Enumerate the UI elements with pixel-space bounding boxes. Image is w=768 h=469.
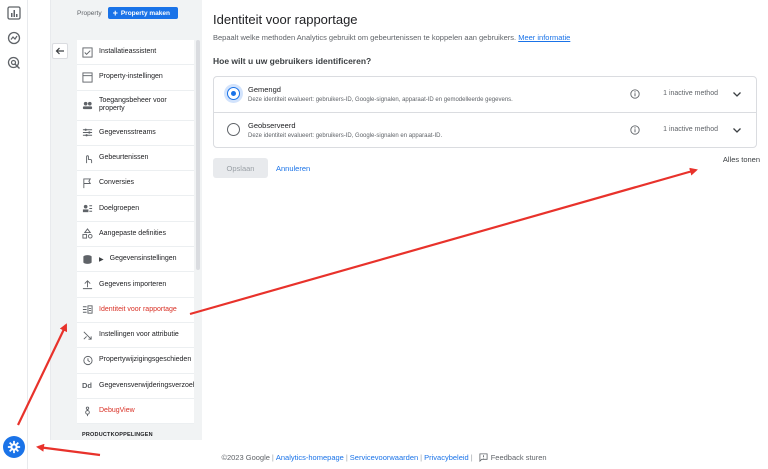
footer-link-privacy[interactable]: Privacybeleid — [424, 453, 469, 462]
option-meta: 1 inactive method — [663, 126, 718, 133]
chevron-down-icon[interactable] — [732, 125, 742, 135]
menu-item-label: Identiteit voor rapportage — [99, 305, 177, 313]
menu-item-property-settings[interactable]: Property-instellingen — [77, 65, 194, 91]
menu-item-access-management[interactable]: Toegangsbeheer voor property — [77, 91, 194, 121]
audience-icon — [82, 204, 93, 213]
advertising-icon[interactable] — [6, 55, 22, 71]
menu-item-data-settings[interactable]: ▶ Gegevensinstellingen — [77, 247, 194, 273]
nav-rail — [0, 0, 28, 469]
separator: | — [470, 453, 473, 462]
menu-item-data-streams[interactable]: Gegevensstreams — [77, 121, 194, 146]
separator: | — [271, 453, 274, 462]
menu-item-label: Toegangsbeheer voor property — [99, 97, 167, 113]
more-info-link[interactable]: Meer informatie — [518, 33, 570, 42]
page-title: Identiteit voor rapportage — [213, 12, 358, 27]
dd-icon: Dd — [82, 381, 92, 391]
create-property-label: Property maken — [120, 9, 170, 17]
option-description: Deze identiteit evalueert: gebruikers-ID… — [248, 133, 443, 139]
people-icon — [82, 101, 93, 109]
menu-item-label: Aangepaste definities — [99, 229, 166, 237]
menu-item-label: Installatieassistent — [99, 48, 157, 56]
attribution-icon — [83, 331, 92, 340]
panel-scrollbar[interactable] — [196, 40, 200, 270]
copyright: ©2023 Google — [221, 453, 270, 462]
footer: ©2023 Google | Analytics-homepage | Serv… — [0, 446, 768, 469]
menu-item-audiences[interactable]: Doelgroepen — [77, 196, 194, 222]
menu-item-data-import[interactable]: Gegevens importeren — [77, 272, 194, 298]
separator: | — [345, 453, 348, 462]
description-text: Bepaalt welke methoden Analytics gebruik… — [213, 33, 517, 42]
menu-item-custom-definitions[interactable]: Aangepaste definities — [77, 222, 194, 248]
menu-item-label: DebugView — [99, 407, 135, 414]
page-description: Bepaalt welke methoden Analytics gebruik… — [213, 33, 570, 42]
streams-icon — [82, 128, 93, 137]
reports-icon[interactable] — [6, 5, 22, 21]
menu-item-events[interactable]: Gebeurtenissen — [77, 146, 194, 172]
feedback-icon — [479, 453, 488, 462]
property-menu: Installatieassistent Property-instelling… — [77, 40, 194, 425]
option-title: Geobserveerd — [248, 121, 296, 130]
history-icon — [83, 355, 93, 365]
arrow-left-icon — [55, 47, 64, 55]
option-observed[interactable]: Geobserveerd Deze identiteit evalueert: … — [214, 112, 756, 147]
plus-icon: + — [112, 7, 118, 18]
info-icon — [630, 89, 640, 99]
menu-item-label: Instellingen voor attributie — [99, 331, 179, 339]
menu-item-label: Gegevensinstellingen — [109, 255, 177, 263]
option-meta: 1 inactive method — [663, 90, 718, 97]
menu-item-change-history[interactable]: Propertywijzigingsgeschieden — [77, 348, 194, 374]
touch-icon — [86, 154, 93, 163]
menu-item-label: Gegevens importeren — [99, 280, 167, 288]
menu-item-label: Property-instellingen — [99, 73, 163, 81]
info-icon — [630, 125, 640, 135]
menu-item-label: Propertywijzigingsgeschieden — [99, 356, 192, 364]
menu-item-label: Doelgroepen — [99, 204, 140, 212]
menu-item-conversions[interactable]: Conversies — [77, 171, 194, 197]
feedback-link[interactable]: Feedback sturen — [491, 453, 547, 462]
menu-item-label: Gegevensstreams — [99, 128, 156, 136]
radio-observed[interactable] — [227, 123, 240, 136]
menu-item-label: Gegevensverwijderingsverzoel — [99, 381, 195, 389]
cancel-button[interactable]: Annuleren — [276, 158, 310, 178]
footer-link-terms[interactable]: Servicevoorwaarden — [350, 453, 418, 462]
save-button[interactable]: Opslaan — [213, 158, 268, 178]
menu-item-debugview[interactable]: DebugView — [77, 399, 194, 425]
main-content: Identiteit voor rapportage Bepaalt welke… — [203, 0, 768, 440]
identity-question: Hoe wilt u uw gebruikers identificeren? — [213, 56, 372, 66]
menu-item-reporting-identity[interactable]: Identiteit voor rapportage — [77, 297, 194, 323]
upload-icon — [82, 280, 93, 290]
identity-icon — [82, 305, 93, 314]
identity-options: Gemengd Deze identiteit evalueert: gebru… — [213, 76, 757, 148]
back-button[interactable] — [52, 43, 68, 59]
flag-icon — [83, 178, 92, 188]
property-label: Property — [77, 9, 102, 17]
debug-icon — [85, 406, 90, 416]
menu-item-label: Conversies — [99, 179, 135, 187]
shapes-icon — [82, 228, 93, 239]
chevron-down-icon[interactable] — [732, 89, 742, 99]
menu-item-setup-assistant[interactable]: Installatieassistent — [77, 40, 194, 66]
database-icon — [83, 254, 92, 264]
menu-item-label: Gebeurtenissen — [99, 154, 149, 162]
menu-item-attribution-settings[interactable]: Instellingen voor attributie — [77, 323, 194, 349]
menu-item-data-deletion-requests[interactable]: Dd Gegevensverwijderingsverzoel — [77, 374, 194, 399]
footer-link-analytics-home[interactable]: Analytics-homepage — [276, 453, 344, 462]
option-blended[interactable]: Gemengd Deze identiteit evalueert: gebru… — [214, 77, 756, 112]
option-title: Gemengd — [248, 85, 281, 94]
section-caption: PRODUCTKOPPELINGEN — [82, 432, 153, 438]
separator: | — [420, 453, 423, 462]
radio-blended[interactable] — [227, 87, 240, 100]
explore-icon[interactable] — [6, 30, 22, 46]
property-settings-icon — [82, 72, 93, 83]
caret-right-icon: ▶ — [99, 256, 104, 263]
option-description: Deze identiteit evalueert: gebruikers-ID… — [248, 97, 513, 103]
create-property-button[interactable]: + Property maken — [107, 7, 178, 19]
checklist-icon — [82, 47, 93, 58]
show-all-link[interactable]: Alles tonen — [723, 155, 760, 164]
